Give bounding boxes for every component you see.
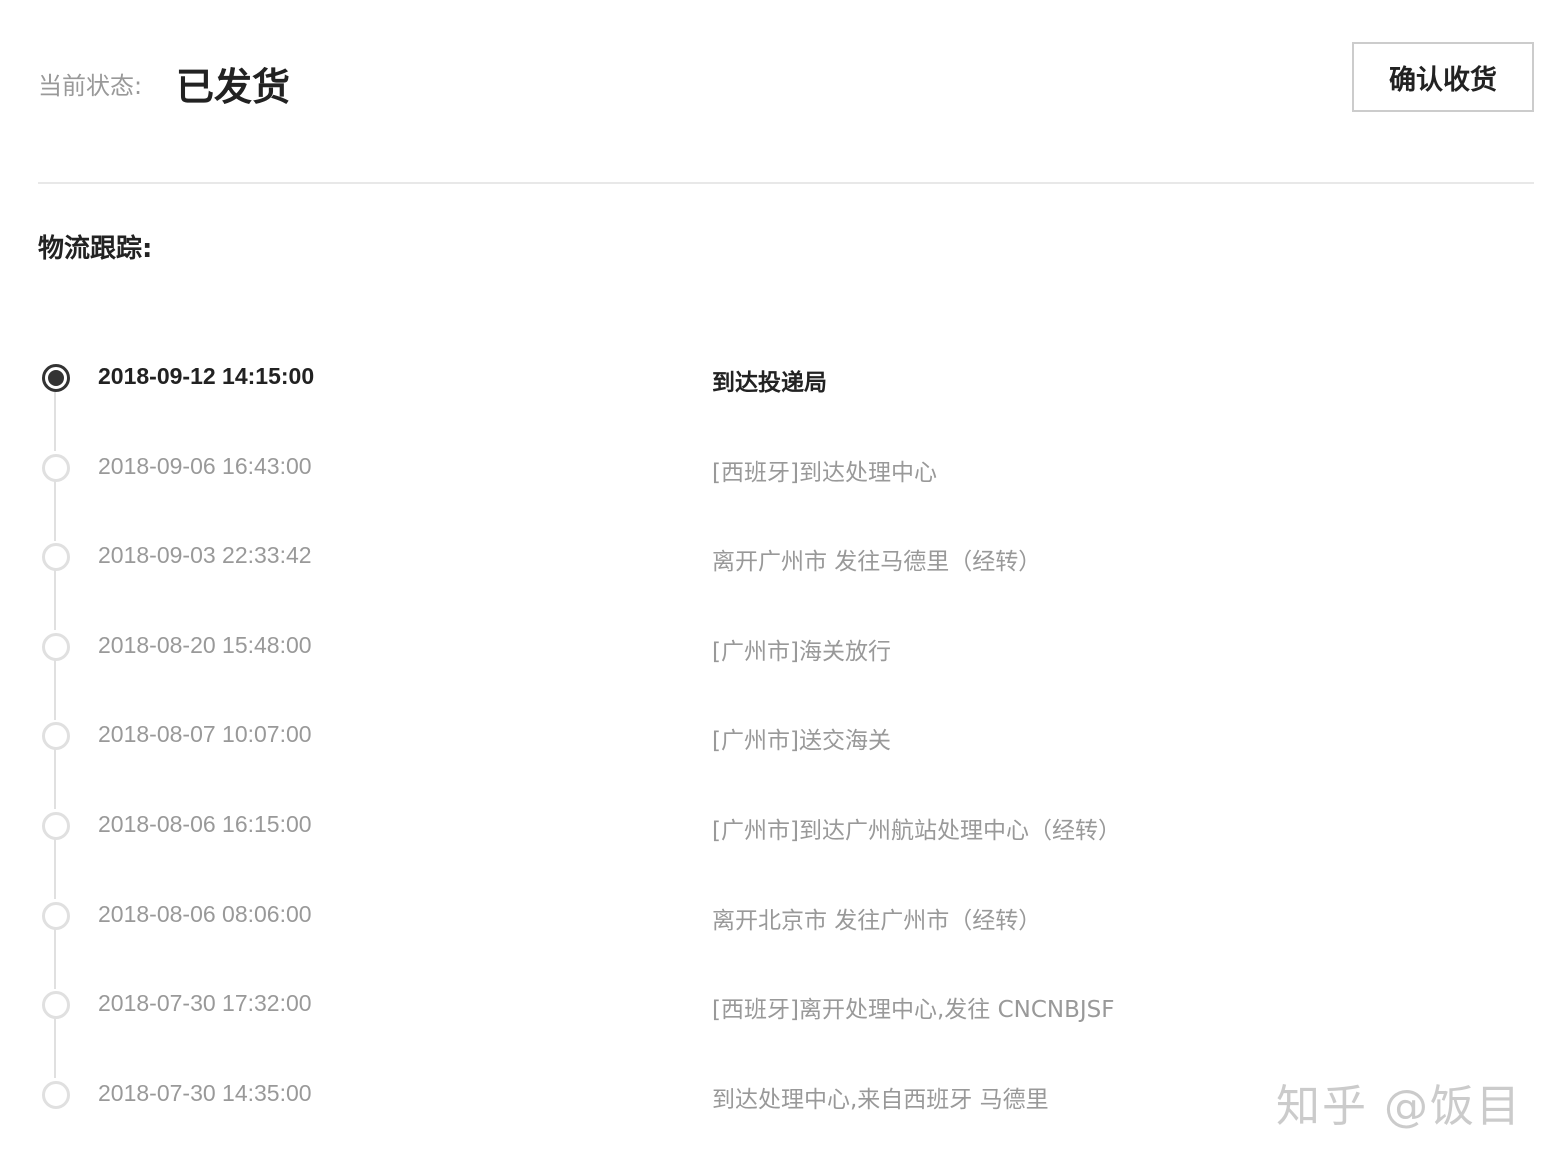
timeline-item: 2018-08-07 10:07:00 [广州市]送交海关 <box>38 691 1534 810</box>
timeline-dot-icon <box>42 991 70 1020</box>
timeline-desc: 到达投递局 <box>712 370 827 396</box>
logistics-title: 物流跟踪: <box>38 234 153 264</box>
timeline-desc: [广州市]送交海关 <box>712 728 891 755</box>
timeline-item: 2018-08-06 08:06:00 离开北京市 发往广州市（经转） <box>38 871 1534 989</box>
timeline-time: 2018-08-20 15:48:00 <box>98 631 312 658</box>
timeline-time: 2018-08-06 08:06:00 <box>98 900 312 927</box>
timeline-time: 2018-09-06 16:43:00 <box>98 452 312 479</box>
timeline-item: 2018-08-06 16:15:00 [广州市]到达广州航站处理中心（经转） <box>38 781 1534 899</box>
status-value: 已发货 <box>176 65 291 109</box>
timeline-desc: [广州市]到达广州航站处理中心（经转） <box>712 817 1121 844</box>
timeline-desc: 离开广州市 发往马德里（经转） <box>712 549 1042 576</box>
logistics-timeline: 2018-09-12 14:15:00 到达投递局 2018-09-06 16:… <box>38 333 1534 1139</box>
watermark: 知乎 @饭目 <box>1276 1081 1522 1132</box>
timeline-item: 2018-09-03 22:33:42 离开广州市 发往马德里（经转） <box>38 512 1534 631</box>
timeline-dot-icon <box>42 1080 70 1109</box>
timeline-time: 2018-07-30 17:32:00 <box>98 990 312 1017</box>
timeline-dot-icon <box>42 901 70 930</box>
timeline-desc: 离开北京市 发往广州市（经转） <box>712 907 1042 934</box>
timeline-desc: 到达处理中心,来自西班牙 马德里 <box>712 1086 1049 1113</box>
timeline-time: 2018-07-30 14:35:00 <box>98 1079 312 1106</box>
timeline-time: 2018-09-12 14:15:00 <box>98 363 315 389</box>
status-label: 当前状态: <box>38 72 143 100</box>
timeline-dot-active-icon <box>42 364 70 392</box>
confirm-receipt-button[interactable]: 确认收货 <box>1352 42 1534 112</box>
timeline-dot-icon <box>42 722 70 751</box>
timeline-dot-icon <box>42 543 70 572</box>
timeline-desc: [广州市]海关放行 <box>712 638 891 665</box>
timeline-time: 2018-08-06 16:15:00 <box>98 810 312 837</box>
timeline-item: 2018-09-12 14:15:00 到达投递局 <box>38 333 1534 451</box>
divider <box>38 182 1534 184</box>
timeline-dot-icon <box>42 811 70 840</box>
timeline-dot-icon <box>42 632 70 661</box>
timeline-dot-icon <box>42 453 70 482</box>
timeline-time: 2018-09-03 22:33:42 <box>98 542 312 569</box>
timeline-desc: [西班牙]到达处理中心 <box>712 459 937 486</box>
timeline-time: 2018-08-07 10:07:00 <box>98 721 312 748</box>
timeline-desc: [西班牙]离开处理中心,发往 CNCNBJSF <box>712 997 1115 1024</box>
timeline-item: 2018-07-30 17:32:00 [西班牙]离开处理中心,发往 CNCNB… <box>38 960 1534 1079</box>
timeline-item: 2018-08-20 15:48:00 [广州市]海关放行 <box>38 602 1534 720</box>
timeline-item: 2018-09-06 16:43:00 [西班牙]到达处理中心 <box>38 423 1534 541</box>
order-status-row: 当前状态: 已发货 确认收货 <box>38 40 1534 120</box>
